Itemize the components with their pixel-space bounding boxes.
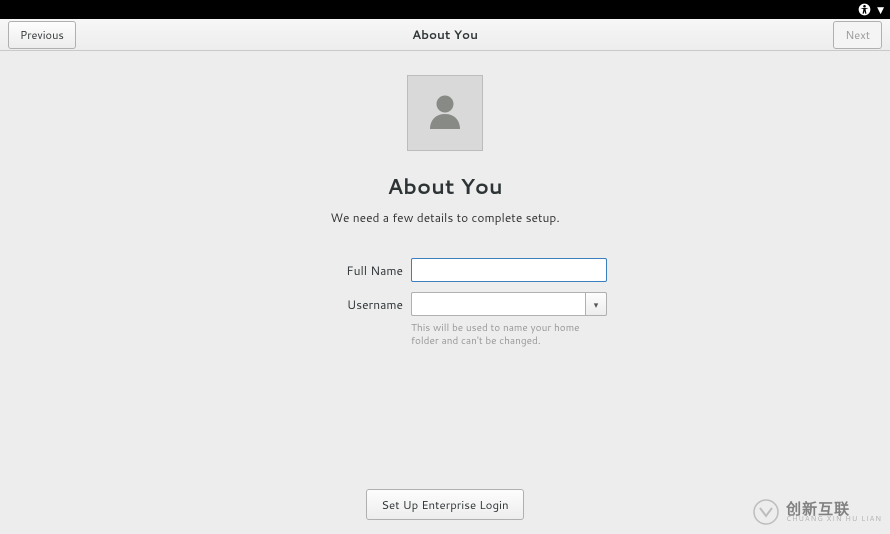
username-hint: This will be used to name your home fold… [411, 322, 607, 348]
user-form: Full Name Username ▾ This will be used t… [283, 258, 607, 348]
header-title: About You [0, 26, 890, 43]
chevron-down-icon: ▾ [594, 298, 599, 311]
watermark-logo-icon [752, 498, 780, 526]
accessibility-icon[interactable] [857, 3, 871, 17]
username-dropdown-button[interactable]: ▾ [585, 292, 607, 316]
page-heading: About You [387, 171, 502, 201]
header-bar: Previous About You Next [0, 19, 890, 51]
fullname-label: Full Name [283, 262, 403, 279]
person-icon [421, 89, 469, 137]
enterprise-login-button[interactable]: Set Up Enterprise Login [366, 489, 523, 520]
main-content: About You We need a few details to compl… [0, 51, 890, 348]
username-input[interactable] [411, 292, 585, 316]
fullname-input[interactable] [411, 258, 607, 282]
next-button: Next [833, 21, 882, 49]
previous-button[interactable]: Previous [8, 21, 76, 49]
avatar-placeholder[interactable] [407, 75, 483, 151]
watermark-sub: CHUANG XIN HU LIAN [786, 516, 882, 523]
username-combo: ▾ [411, 292, 607, 316]
watermark-text: 创新互联 CHUANG XIN HU LIAN [786, 501, 882, 523]
username-label: Username [283, 296, 403, 313]
page-subtext: We need a few details to complete setup. [330, 209, 559, 226]
watermark: 创新互联 CHUANG XIN HU LIAN [752, 498, 882, 526]
top-panel: ▼ [0, 0, 890, 19]
chevron-down-icon[interactable]: ▼ [877, 3, 884, 16]
